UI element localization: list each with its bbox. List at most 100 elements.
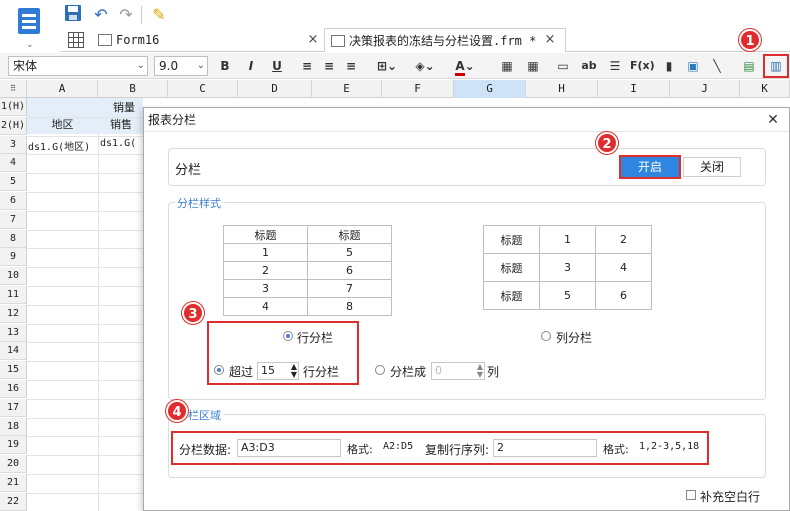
fill-blank-checkbox[interactable]: [686, 490, 696, 500]
col-mode-radio[interactable]: [541, 331, 551, 341]
column-header: ⠿ A B C D E F G H I J K: [0, 80, 790, 98]
cell-b3[interactable]: ds1.G(: [100, 138, 136, 149]
cell-c1[interactable]: 销量: [113, 99, 135, 115]
fill-color-icon[interactable]: ◈⌄: [410, 56, 440, 76]
row-header[interactable]: 10: [0, 267, 27, 286]
row-header[interactable]: 4: [0, 154, 27, 173]
sheet-grid[interactable]: 销量 地区 销售 ds1.G(地区) ds1.G(: [27, 98, 143, 511]
open-button[interactable]: 开启: [619, 155, 681, 179]
row-header[interactable]: 15: [0, 361, 27, 380]
bold-button[interactable]: B: [214, 56, 236, 76]
row-header[interactable]: 9: [0, 248, 27, 267]
align-right-icon[interactable]: ≡: [340, 56, 362, 76]
preview-cell: 2: [223, 261, 308, 280]
merge-cells-icon[interactable]: ▦: [496, 56, 518, 76]
tab-form16[interactable]: Form16: [92, 28, 322, 52]
row-header[interactable]: 19: [0, 436, 27, 455]
spinner-icon[interactable]: ▲ ▼: [291, 363, 297, 379]
preview-cell: 标题: [307, 225, 392, 244]
form-icon: [331, 35, 345, 47]
row-header[interactable]: 20: [0, 455, 27, 474]
row-header[interactable]: 1(H): [0, 98, 27, 116]
col-header-c[interactable]: C: [168, 80, 238, 98]
close-icon[interactable]: ×: [543, 28, 557, 52]
split-into-input[interactable]: 0 ▲ ▼: [431, 362, 485, 380]
font-color-icon[interactable]: A⌄: [450, 56, 480, 76]
align-center-icon[interactable]: ≡: [318, 56, 340, 76]
col-header-b[interactable]: B: [98, 80, 168, 98]
col-header-d[interactable]: D: [238, 80, 312, 98]
gridline: [27, 398, 143, 400]
exceed-radio[interactable]: [214, 365, 224, 375]
col-header-i[interactable]: I: [598, 80, 670, 98]
cell-a3[interactable]: ds1.G(地区): [28, 138, 90, 153]
chart-icon[interactable]: ▮: [658, 56, 680, 76]
columns-switch-group: 分栏 开启 关闭: [168, 148, 766, 186]
col-header-a[interactable]: A: [27, 80, 98, 98]
tab-active-report[interactable]: 决策报表的冻结与分栏设置.frm *: [324, 28, 566, 52]
text-icon[interactable]: ab: [578, 56, 600, 76]
border-icon[interactable]: ⊞⌄: [372, 56, 402, 76]
align-left-icon[interactable]: ≡: [296, 56, 318, 76]
exceed-rows-input[interactable]: 15 ▲ ▼: [257, 362, 299, 380]
col-header-g[interactable]: G: [454, 80, 526, 98]
split-cells-icon[interactable]: ▦: [522, 56, 544, 76]
row-header[interactable]: 12: [0, 304, 27, 323]
col-header-j[interactable]: J: [670, 80, 740, 98]
row-header[interactable]: 6: [0, 192, 27, 210]
row-header[interactable]: 14: [0, 342, 27, 361]
freeze-icon[interactable]: ▤: [738, 56, 760, 76]
col-header-k[interactable]: K: [740, 80, 790, 98]
corner-cell[interactable]: ⠿: [0, 80, 27, 98]
font-size-select[interactable]: 9.0 ⌄: [154, 56, 208, 76]
gridline: [27, 492, 143, 494]
gridline: [27, 210, 143, 212]
slash-icon[interactable]: ╲: [706, 56, 728, 76]
row-mode-radio[interactable]: [283, 331, 293, 341]
close-icon[interactable]: ✕: [762, 109, 784, 131]
spinner-icon[interactable]: ▲ ▼: [477, 363, 483, 379]
cell-a2[interactable]: 地区: [27, 117, 98, 133]
insert-line-icon[interactable]: ▭: [552, 56, 574, 76]
align-justify-icon[interactable]: ☰: [604, 56, 626, 76]
row-header[interactable]: 11: [0, 286, 27, 304]
row-header[interactable]: 3: [0, 135, 27, 154]
grid-icon[interactable]: [68, 32, 84, 48]
data-range-input[interactable]: A3:D3: [237, 439, 341, 457]
row-header[interactable]: 5: [0, 173, 27, 192]
format-painter-icon[interactable]: ✎: [148, 4, 170, 26]
col-header-h[interactable]: H: [526, 80, 598, 98]
copy-rows-input[interactable]: 2: [493, 439, 597, 457]
preview-cell: 6: [307, 261, 392, 280]
row-header[interactable]: 21: [0, 474, 27, 492]
underline-button[interactable]: U: [266, 56, 288, 76]
cell-b2[interactable]: 销售: [99, 117, 143, 133]
row-header[interactable]: 18: [0, 417, 27, 436]
gridline: [27, 135, 143, 137]
gridline: [27, 380, 143, 381]
redo-icon[interactable]: ↷: [115, 4, 137, 26]
row-header[interactable]: 17: [0, 398, 27, 417]
app-menu-button[interactable]: ⌄: [8, 4, 50, 50]
save-icon[interactable]: [62, 4, 84, 26]
row-header[interactable]: 8: [0, 229, 27, 248]
row-header[interactable]: 22: [0, 492, 27, 511]
row-header[interactable]: 13: [0, 323, 27, 342]
col-header-f[interactable]: F: [382, 80, 454, 98]
preview-cell: 标题: [483, 281, 540, 310]
image-icon[interactable]: ▣: [682, 56, 704, 76]
col-header-e[interactable]: E: [312, 80, 382, 98]
row-mode-label: 行分栏: [297, 331, 334, 345]
italic-button[interactable]: I: [240, 56, 262, 76]
row-header[interactable]: 2(H): [0, 116, 27, 135]
font-name-select[interactable]: 宋体 ⌄: [8, 56, 148, 76]
row-header[interactable]: 7: [0, 210, 27, 229]
close-icon[interactable]: ×: [306, 28, 320, 52]
formula-icon[interactable]: F(x): [630, 56, 655, 76]
split-into-radio[interactable]: [375, 365, 385, 375]
report-columns-button[interactable]: ▥: [763, 54, 789, 78]
close-button[interactable]: 关闭: [683, 157, 741, 177]
undo-icon[interactable]: ↶: [90, 4, 112, 26]
row-header[interactable]: 16: [0, 380, 27, 398]
step-badge-2: 2: [596, 132, 618, 154]
